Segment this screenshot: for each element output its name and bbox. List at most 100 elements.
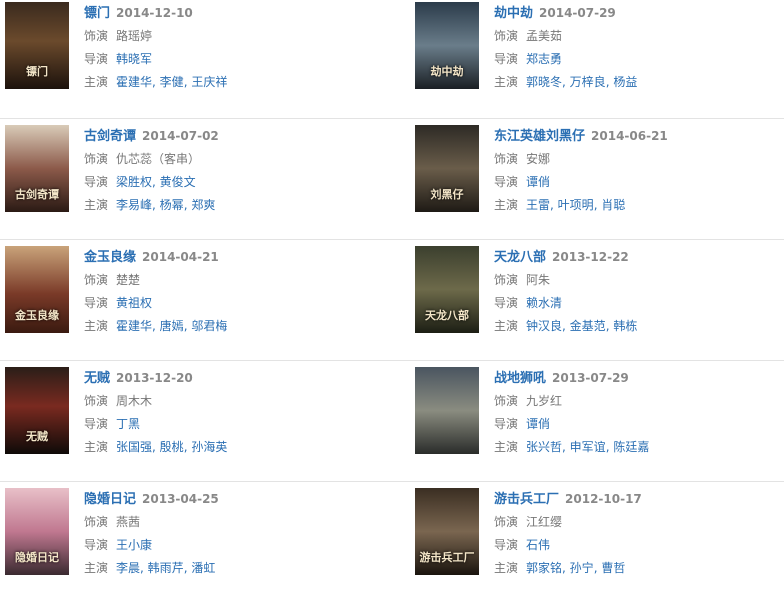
role-line: 饰演 九岁红 <box>494 390 784 413</box>
cast-member-link[interactable]: 曹哲 <box>601 561 625 575</box>
cast-label: 主演 <box>84 440 109 454</box>
cast-member-link[interactable]: 韩栋 <box>613 319 637 333</box>
film-card: 劫中劫 劫中劫 2014-07-29 饰演 孟美茹 导演 郑志勇 主演 郭晓冬, 万梓良, 杨益 <box>410 0 784 118</box>
poster-title-text: 游击兵工厂 <box>419 551 475 564</box>
cast-member-link[interactable]: 殷桃 <box>160 440 184 454</box>
cast-member-link[interactable]: 潘虹 <box>191 561 215 575</box>
cast-member-link[interactable]: 王庆祥 <box>191 75 227 89</box>
title-line: 无贼 2013-12-20 <box>84 366 410 390</box>
separator: , <box>152 440 160 454</box>
role-value: 江红缨 <box>526 515 563 529</box>
cast-member-link[interactable]: 陈廷嘉 <box>613 440 649 454</box>
film-title-link[interactable]: 游击兵工厂 <box>494 492 559 507</box>
director-line: 导演 王小康 <box>84 534 410 557</box>
film-title-link[interactable]: 劫中劫 <box>494 6 533 21</box>
film-info: 战地狮吼 2013-07-29 饰演 九岁红 导演 谭俏 主演 张兴哲, 申军谊, 陈廷嘉 <box>494 366 784 459</box>
cast-member-link[interactable]: 申军谊 <box>570 440 606 454</box>
title-line: 东江英雄刘黑仔 2014-06-21 <box>494 124 784 148</box>
film-info: 劫中劫 2014-07-29 饰演 孟美茹 导演 郑志勇 主演 郭晓冬, 万梓良, 杨益 <box>494 1 784 94</box>
role-line: 饰演 江红缨 <box>494 511 784 534</box>
role-label: 饰演 <box>84 273 109 287</box>
film-poster[interactable]: 古剑奇谭 <box>5 125 69 212</box>
cast-member-link[interactable]: 李晨 <box>116 561 140 575</box>
cast-member-link[interactable]: 唐嫣 <box>160 319 184 333</box>
release-date: 2014-12-10 <box>116 6 193 20</box>
film-poster[interactable]: 天龙八部 <box>415 246 479 333</box>
film-card: 隐婚日记 隐婚日记 2013-04-25 饰演 燕茜 导演 王小康 主演 李晨, 韩雨芹, 潘虹 <box>0 482 410 599</box>
role-line: 饰演 路瑶婷 <box>84 25 410 48</box>
director-link[interactable]: 谭俏 <box>526 175 550 189</box>
film-title-link[interactable]: 无贼 <box>84 371 110 386</box>
cast-member-link[interactable]: 郭家铭 <box>526 561 562 575</box>
cast-label: 主演 <box>494 75 519 89</box>
cast-member-link[interactable]: 韩雨芹 <box>148 561 184 575</box>
cast-member-link[interactable]: 郑爽 <box>191 198 215 212</box>
film-title-link[interactable]: 战地狮吼 <box>494 371 546 386</box>
cast-member-link[interactable]: 郭晓冬 <box>526 75 562 89</box>
film-title-link[interactable]: 金玉良缘 <box>84 250 136 265</box>
film-poster[interactable]: 无贼 <box>5 367 69 454</box>
role-label: 饰演 <box>494 29 519 43</box>
role-value: 仇芯蕊（客串） <box>116 152 201 166</box>
title-line: 隐婚日记 2013-04-25 <box>84 487 410 511</box>
cast-member-link[interactable]: 张国强 <box>116 440 152 454</box>
cast-member-link[interactable]: 李易峰 <box>116 198 152 212</box>
role-line: 饰演 燕茜 <box>84 511 410 534</box>
film-title-link[interactable]: 古剑奇谭 <box>84 129 136 144</box>
release-date: 2013-04-25 <box>142 492 219 506</box>
director-line: 导演 郑志勇 <box>494 48 784 71</box>
film-title-link[interactable]: 镖门 <box>84 6 110 21</box>
film-poster[interactable]: 游击兵工厂 <box>415 488 479 575</box>
film-title-link[interactable]: 东江英雄刘黑仔 <box>494 129 585 144</box>
director-link[interactable]: 石伟 <box>526 538 550 552</box>
film-card: 天龙八部 天龙八部 2013-12-22 饰演 阿朱 导演 赖水清 主演 钟汉良, 金基范, 韩… <box>410 240 784 360</box>
role-line: 饰演 周木木 <box>84 390 410 413</box>
cast-member-link[interactable]: 张兴哲 <box>526 440 562 454</box>
director-link[interactable]: 韩晓军 <box>116 52 152 66</box>
cast-member-link[interactable]: 叶项明 <box>558 198 594 212</box>
film-poster[interactable] <box>415 367 479 454</box>
film-card: 无贼 无贼 2013-12-20 饰演 周木木 导演 丁黑 主演 张国强, 殷桃, 孙海英 <box>0 361 410 481</box>
cast-member-link[interactable]: 王雷 <box>526 198 550 212</box>
film-info: 游击兵工厂 2012-10-17 饰演 江红缨 导演 石伟 主演 郭家铭, 孙宁, 曹哲 <box>494 487 784 580</box>
cast-member-link[interactable]: 邬君梅 <box>191 319 227 333</box>
film-title-link[interactable]: 隐婚日记 <box>84 492 136 507</box>
cast-member-link[interactable]: 霍建华 <box>116 319 152 333</box>
director-link[interactable]: 王小康 <box>116 538 152 552</box>
poster-title-text: 镖门 <box>26 65 48 78</box>
film-poster[interactable]: 镖门 <box>5 2 69 89</box>
cast-member-link[interactable]: 杨幂 <box>160 198 184 212</box>
cast-member-link[interactable]: 李健 <box>160 75 184 89</box>
cast-member-link[interactable]: 钟汉良 <box>526 319 562 333</box>
cast-label: 主演 <box>84 319 109 333</box>
cast-member-link[interactable]: 霍建华 <box>116 75 152 89</box>
director-line: 导演 谭俏 <box>494 413 784 436</box>
role-line: 饰演 仇芯蕊（客串） <box>84 148 410 171</box>
director-link[interactable]: 丁黑 <box>116 417 140 431</box>
separator: , <box>550 198 558 212</box>
director-link[interactable]: 黄俊文 <box>160 175 196 189</box>
cast-member-link[interactable]: 孙海英 <box>191 440 227 454</box>
film-poster[interactable]: 金玉良缘 <box>5 246 69 333</box>
director-line: 导演 丁黑 <box>84 413 410 436</box>
director-link[interactable]: 梁胜权 <box>116 175 152 189</box>
director-link[interactable]: 谭俏 <box>526 417 550 431</box>
film-poster[interactable]: 隐婚日记 <box>5 488 69 575</box>
director-label: 导演 <box>494 417 519 431</box>
role-label: 饰演 <box>494 152 519 166</box>
film-poster[interactable]: 劫中劫 <box>415 2 479 89</box>
cast-member-link[interactable]: 杨益 <box>613 75 637 89</box>
film-card: 游击兵工厂 游击兵工厂 2012-10-17 饰演 江红缨 导演 石伟 主演 郭家铭, 孙宁, … <box>410 482 784 599</box>
cast-member-link[interactable]: 万梓良 <box>570 75 606 89</box>
film-title-link[interactable]: 天龙八部 <box>494 250 546 265</box>
film-poster[interactable]: 刘黑仔 <box>415 125 479 212</box>
film-row: 无贼 无贼 2013-12-20 饰演 周木木 导演 丁黑 主演 张国强, 殷桃, 孙海英 战地狮… <box>0 361 784 482</box>
director-link[interactable]: 郑志勇 <box>526 52 562 66</box>
cast-member-link[interactable]: 金基范 <box>570 319 606 333</box>
role-value: 楚楚 <box>116 273 141 287</box>
director-link[interactable]: 黄祖权 <box>116 296 152 310</box>
separator: , <box>152 319 160 333</box>
cast-member-link[interactable]: 孙宁 <box>570 561 594 575</box>
cast-member-link[interactable]: 肖聪 <box>601 198 625 212</box>
director-link[interactable]: 赖水清 <box>526 296 562 310</box>
